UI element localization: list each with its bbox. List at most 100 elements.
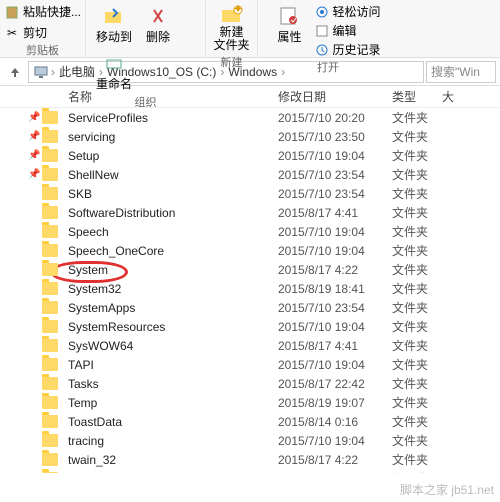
table-row[interactable]: Speech2015/7/10 19:04文件夹 xyxy=(0,222,500,241)
table-row[interactable]: TAPI2015/7/10 19:04文件夹 xyxy=(0,355,500,374)
file-type: 文件夹 xyxy=(392,394,442,411)
file-date: 2015/8/17 4:41 xyxy=(278,206,392,220)
search-input[interactable]: 搜索"Win xyxy=(426,61,496,83)
folder-icon xyxy=(42,377,68,390)
history-label: 历史记录 xyxy=(333,41,381,58)
file-date: 2015/8/17 4:22 xyxy=(278,263,392,277)
col-size[interactable]: 大 xyxy=(442,88,454,105)
table-row[interactable]: SKB2015/7/10 23:54文件夹 xyxy=(0,184,500,203)
rename-button[interactable]: 重命名 xyxy=(90,49,138,94)
move-to-button[interactable]: 移动到 xyxy=(90,2,138,47)
table-row[interactable]: SystemApps2015/7/10 23:54文件夹 xyxy=(0,298,500,317)
folder-icon xyxy=(42,225,68,238)
file-name: System xyxy=(68,263,278,277)
cut-button[interactable]: ✂ 剪切 xyxy=(0,23,85,42)
easy-access-button[interactable]: 轻松访问 xyxy=(310,2,385,21)
column-headers: 名称 修改日期 类型 大 xyxy=(0,86,500,108)
rename-label: 重命名 xyxy=(96,75,132,92)
folder-icon xyxy=(42,396,68,409)
file-date: 2015/8/19 18:41 xyxy=(278,282,392,296)
file-date: 2015/7/10 23:54 xyxy=(278,168,392,182)
delete-button[interactable]: 删除 xyxy=(140,2,176,47)
file-name: Temp xyxy=(68,396,278,410)
folder-icon xyxy=(42,168,68,181)
up-button[interactable] xyxy=(4,61,26,83)
delete-label: 删除 xyxy=(146,28,170,45)
table-row[interactable]: System2015/8/17 4:22文件夹 xyxy=(0,260,500,279)
history-button[interactable]: 历史记录 xyxy=(310,40,385,59)
folder-icon xyxy=(42,434,68,447)
folder-icon xyxy=(42,263,68,276)
folder-icon xyxy=(42,472,68,473)
file-date: 2013/8/22 23:3 xyxy=(278,472,392,474)
file-type: 文件夹 xyxy=(392,109,442,126)
properties-icon xyxy=(277,4,301,28)
table-row[interactable]: 📌ServiceProfiles2015/7/10 20:20文件夹 xyxy=(0,108,500,127)
table-row[interactable]: 📌servicing2015/7/10 23:50文件夹 xyxy=(0,127,500,146)
folder-icon xyxy=(42,453,68,466)
edit-button[interactable]: 编辑 xyxy=(310,21,385,40)
watermark: 脚本之家 jb51.net xyxy=(400,481,494,498)
table-row[interactable]: SoftwareDistribution2015/8/17 4:41文件夹 xyxy=(0,203,500,222)
file-name: Tasks xyxy=(68,377,278,391)
table-row[interactable]: twain_322015/8/17 4:22文件夹 xyxy=(0,450,500,469)
table-row[interactable]: SysWOW642015/8/17 4:41文件夹 xyxy=(0,336,500,355)
table-row[interactable]: System322015/8/19 18:41文件夹 xyxy=(0,279,500,298)
table-row[interactable]: tracing2015/7/10 19:04文件夹 xyxy=(0,431,500,450)
rename-icon xyxy=(102,51,126,75)
folder-icon xyxy=(42,149,68,162)
file-date: 2015/7/10 23:54 xyxy=(278,301,392,315)
folder-icon xyxy=(42,130,68,143)
file-type: 文件夹 xyxy=(392,432,442,449)
folder-icon xyxy=(42,206,68,219)
properties-button[interactable]: 属性 xyxy=(271,2,307,47)
new-folder-label: 新建 文件夹 xyxy=(214,26,250,52)
file-name: twain_32 xyxy=(68,453,278,467)
paste-shortcut-button[interactable]: 粘贴快捷... xyxy=(0,2,85,21)
table-row[interactable]: vpnplugins2013/8/22 23:3文件夹 xyxy=(0,469,500,473)
file-name: Speech xyxy=(68,225,278,239)
table-row[interactable]: Speech_OneCore2015/7/10 19:04文件夹 xyxy=(0,241,500,260)
scissors-icon: ✂ xyxy=(4,25,20,41)
ribbon: 粘贴快捷... ✂ 剪切 剪贴板 移动到 删除 重命名 组织 xyxy=(0,0,500,58)
delete-icon xyxy=(146,4,170,28)
file-date: 2015/7/10 19:04 xyxy=(278,320,392,334)
file-name: ShellNew xyxy=(68,168,278,182)
file-date: 2015/8/17 4:41 xyxy=(278,339,392,353)
file-list: 📌ServiceProfiles2015/7/10 20:20文件夹📌servi… xyxy=(0,108,500,473)
file-type: 文件夹 xyxy=(392,185,442,202)
table-row[interactable]: Tasks2015/8/17 22:42文件夹 xyxy=(0,374,500,393)
pin-icon: 📌 xyxy=(28,169,42,180)
open-group-label: 打开 xyxy=(317,59,339,77)
folder-icon xyxy=(42,282,68,295)
file-date: 2015/7/10 19:04 xyxy=(278,358,392,372)
easy-label: 轻松访问 xyxy=(333,3,381,20)
table-row[interactable]: SystemResources2015/7/10 19:04文件夹 xyxy=(0,317,500,336)
file-type: 文件夹 xyxy=(392,337,442,354)
table-row[interactable]: 📌Setup2015/7/10 19:04文件夹 xyxy=(0,146,500,165)
file-date: 2015/7/10 23:54 xyxy=(278,187,392,201)
new-folder-button[interactable]: ✦ 新建 文件夹 xyxy=(208,0,256,54)
file-date: 2015/7/10 19:04 xyxy=(278,434,392,448)
table-row[interactable]: 📌 ShellNew2015/7/10 23:54文件夹 xyxy=(0,165,500,184)
file-type: 文件夹 xyxy=(392,166,442,183)
svg-text:✦: ✦ xyxy=(232,4,242,16)
paste-icon xyxy=(4,4,20,20)
table-row[interactable]: Temp2015/8/19 19:07文件夹 xyxy=(0,393,500,412)
file-name: ToastData xyxy=(68,415,278,429)
file-name: System32 xyxy=(68,282,278,296)
folder-icon xyxy=(42,187,68,200)
col-date[interactable]: 修改日期 xyxy=(278,88,392,105)
folder-icon xyxy=(42,415,68,428)
file-type: 文件夹 xyxy=(392,204,442,221)
move-icon xyxy=(102,4,126,28)
file-name: SystemResources xyxy=(68,320,278,334)
file-type: 文件夹 xyxy=(392,470,442,473)
chevron-icon: › xyxy=(281,65,285,79)
folder-icon xyxy=(42,244,68,257)
file-type: 文件夹 xyxy=(392,147,442,164)
col-type[interactable]: 类型 xyxy=(392,88,442,105)
file-date: 2015/8/19 19:07 xyxy=(278,396,392,410)
file-date: 2015/7/10 23:50 xyxy=(278,130,392,144)
table-row[interactable]: ToastData2015/8/14 0:16文件夹 xyxy=(0,412,500,431)
